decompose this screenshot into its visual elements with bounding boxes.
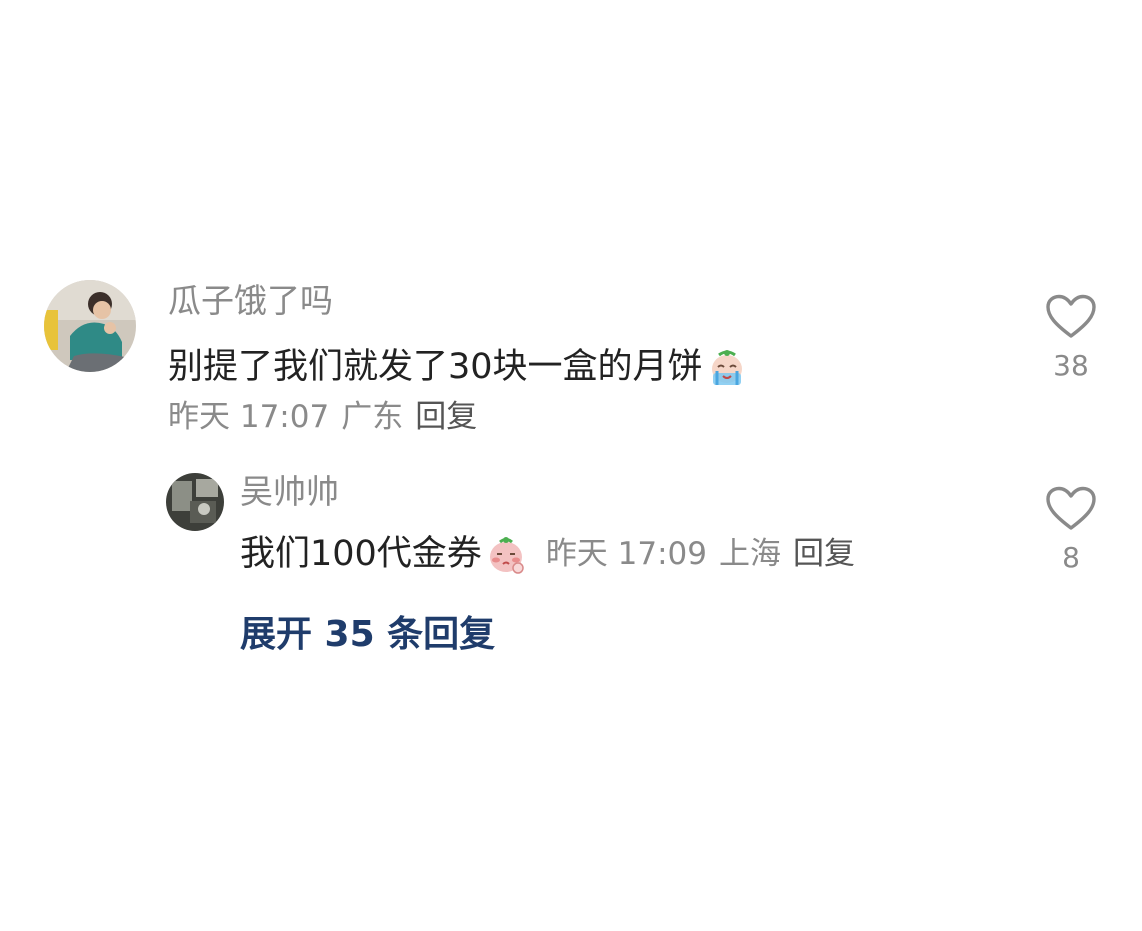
comment-username[interactable]: 瓜子饿了吗 [168,281,333,321]
heart-icon [1046,486,1096,530]
comment-text: 别提了我们就发了30块一盒的月饼 [168,345,749,389]
heart-icon [1046,294,1096,338]
comment-like-count: 38 [1053,349,1089,382]
reply-reply-button[interactable]: 回复 [793,532,855,576]
comment-like-button[interactable]: 38 [1041,294,1101,382]
reply-text-content: 我们100代金券 [240,534,482,574]
reply-like-count: 8 [1062,541,1080,574]
comment-text-content: 别提了我们就发了30块一盒的月饼 [168,347,703,387]
avatar-photo [166,473,224,531]
comment-location: 广东 [341,399,404,435]
comment-reply-button[interactable]: 回复 [415,397,477,437]
reply-time: 昨天 17:09 [545,536,708,572]
reply-avatar[interactable] [166,473,224,531]
comment-meta: 昨天 17:07 广东 回复 [168,397,477,437]
reply-text: 我们100代金券 昨天 17:09 上海 回复 [240,532,855,576]
reply-like-button[interactable]: 8 [1041,486,1101,574]
reply-location: 上海 [719,536,782,572]
expand-replies-button[interactable]: 展开 35 条回复 [240,613,495,657]
crying-emoji-icon [705,345,749,389]
reply-meta: 昨天 17:09 上海 回复 [546,532,855,576]
reply-username[interactable]: 吴帅帅 [240,472,339,512]
avatar[interactable] [44,280,136,372]
comment-time: 昨天 17:07 [168,399,330,435]
avatar-photo [44,280,136,372]
shy-emoji-icon [484,532,528,576]
